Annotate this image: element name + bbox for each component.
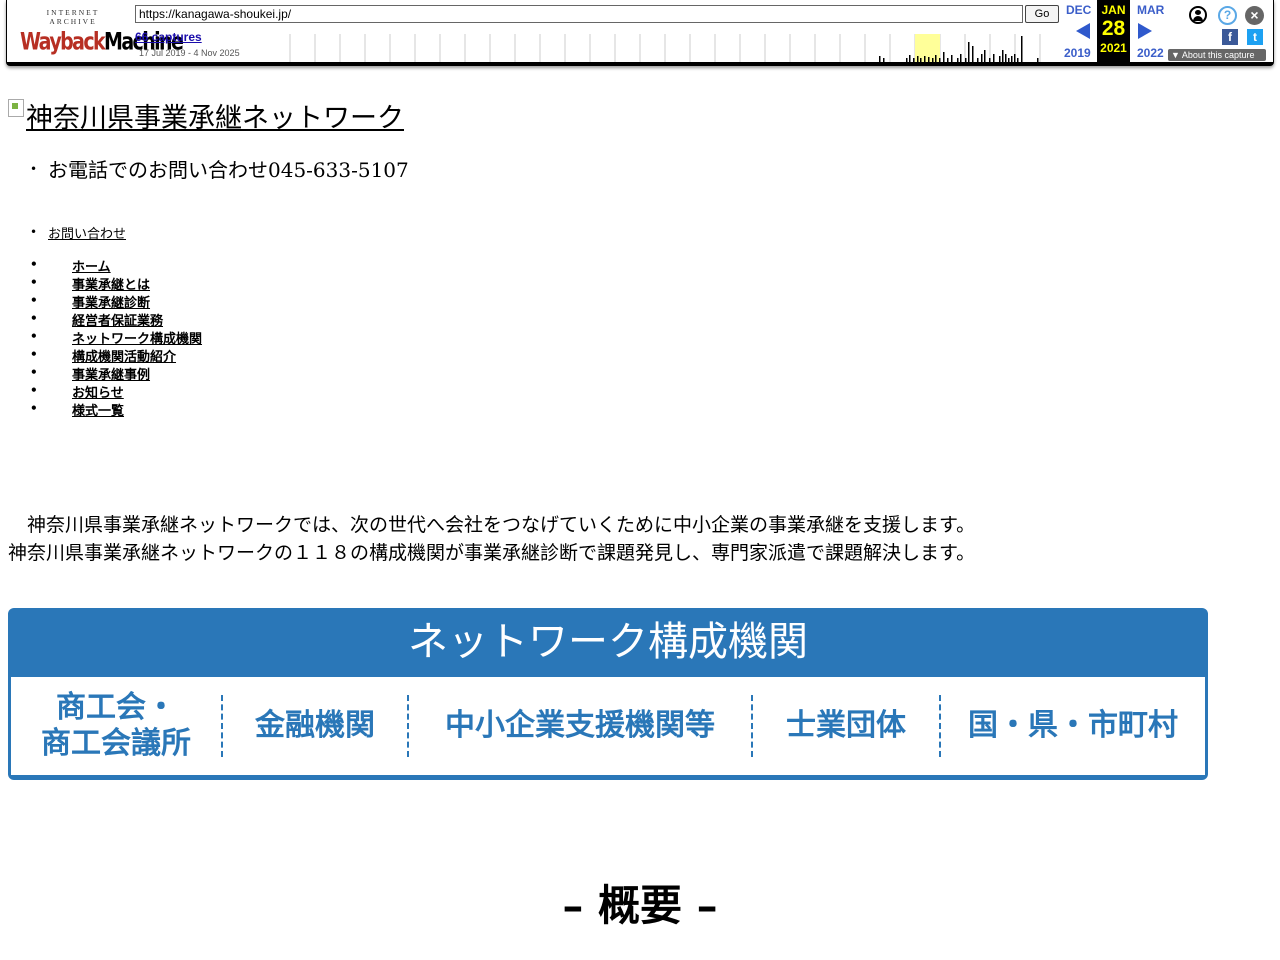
intro-line-2: 神奈川県事業承継ネットワークの１１８の構成機関が事業承継診断で課題発見し、専門家… (8, 542, 976, 564)
intro-line-1: 神奈川県事業承継ネットワークでは、次の世代へ会社をつなげていくために中小企業の事… (8, 514, 976, 536)
network-categories: 商工会・ 商工会議所 金融機関 中小企業支援機関等 士業団体 国・県・市町村 (11, 677, 1205, 775)
prev-year-label[interactable]: 2019 (1064, 46, 1091, 60)
site-logo-alt-text: 神奈川県事業承継ネットワーク (26, 103, 404, 134)
bullet-icon: • (30, 401, 38, 415)
nav-item-diagnosis: • 事業承継診断 (30, 292, 202, 311)
nav-item-about-succession: • 事業承継とは (30, 274, 202, 293)
contact-link[interactable]: お問い合わせ (48, 227, 126, 242)
bullet-icon: • (30, 275, 38, 289)
wayback-toolbar: INTERNET ARCHIVE WaybackMachine https://… (6, 0, 1274, 66)
captures-link[interactable]: 66 captures (135, 30, 202, 44)
phone-list: • お電話でのお問い合わせ045-633-5107 (30, 154, 409, 183)
twitter-share-icon[interactable]: t (1247, 29, 1263, 45)
nav-item-network-members: • ネットワーク構成機関 (30, 328, 202, 347)
capture-date-range: 17 Jul 2019 - 4 Nov 2025 (139, 48, 240, 58)
help-icon[interactable]: ? (1218, 6, 1237, 25)
nav-link-diagnosis[interactable]: 事業承継診断 (72, 296, 150, 311)
current-month: JAN (1101, 3, 1126, 17)
category-government[interactable]: 国・県・市町村 (941, 695, 1205, 757)
nav-link-home[interactable]: ホーム (72, 260, 111, 275)
bullet-icon: • (30, 293, 38, 307)
bullet-icon: • (30, 329, 38, 343)
nav-link-network-members[interactable]: ネットワーク構成機関 (72, 332, 202, 347)
nav-link-guarantee[interactable]: 経営者保証業務 (72, 314, 163, 329)
nav-item-member-activities: • 構成機関活動紹介 (30, 346, 202, 365)
go-button[interactable]: Go (1025, 5, 1059, 23)
nav-link-case-studies[interactable]: 事業承継事例 (72, 368, 150, 383)
main-navigation: • ホーム • 事業承継とは • 事業承継診断 • 経営者保証業務 • ネットワーク構成機… (30, 256, 202, 419)
user-account-icon[interactable] (1189, 6, 1207, 24)
nav-item-case-studies: • 事業承継事例 (30, 364, 202, 383)
next-year-label[interactable]: 2022 (1137, 46, 1164, 60)
bullet-icon: • (30, 365, 38, 379)
intro-text: 神奈川県事業承継ネットワークでは、次の世代へ会社をつなげていくために中小企業の事… (8, 511, 975, 567)
contact-item: • お問い合わせ (30, 223, 126, 242)
wayback-logo[interactable]: INTERNET ARCHIVE WaybackMachine (20, 8, 184, 56)
category-sme-support-organizations[interactable]: 中小企業支援機関等 (409, 695, 751, 757)
overview-heading: – 概要 – (562, 881, 718, 930)
bullet-icon: • (30, 162, 38, 176)
facebook-share-icon[interactable]: f (1222, 29, 1238, 45)
bullet-icon: • (30, 311, 38, 325)
current-day: 28 (1101, 17, 1126, 40)
wayback-machine-wordmark: WaybackMachine (20, 28, 184, 56)
next-capture-arrow-icon[interactable] (1138, 23, 1152, 39)
triangle-down-icon: ▼ (1171, 50, 1182, 60)
category-chamber-of-commerce[interactable]: 商工会・ 商工会議所 (11, 690, 221, 761)
about-capture-button[interactable]: ▼ About this capture (1168, 49, 1266, 61)
network-members-banner[interactable]: ネットワーク構成機関 商工会・ 商工会議所 金融機関 中小企業支援機関等 士業団… (8, 608, 1208, 780)
nav-item-guarantee: • 経営者保証業務 (30, 310, 202, 329)
internet-archive-label: INTERNET ARCHIVE (46, 8, 100, 26)
nav-link-news[interactable]: お知らせ (72, 386, 124, 401)
category-financial-institutions[interactable]: 金融機関 (223, 695, 407, 757)
capture-sparkline[interactable] (283, 34, 1059, 62)
next-month-label[interactable]: MAR (1137, 3, 1164, 17)
current-capture-date: JAN 28 2021 (1097, 0, 1130, 62)
phone-contact-text: お電話でのお問い合わせ045-633-5107 (48, 158, 409, 182)
category-professional-associations[interactable]: 士業団体 (753, 695, 939, 757)
phone-item: • お電話でのお問い合わせ045-633-5107 (30, 154, 409, 183)
nav-link-member-activities[interactable]: 構成機関活動紹介 (72, 350, 176, 365)
prev-month-label[interactable]: DEC (1066, 3, 1091, 17)
network-banner-title: ネットワーク構成機関 (408, 619, 808, 665)
bullet-icon: • (30, 383, 38, 397)
contact-list: • お問い合わせ (30, 223, 126, 242)
site-logo-link[interactable]: 神奈川県事業承継ネットワーク (8, 96, 404, 135)
bullet-icon: • (30, 257, 38, 271)
broken-image-icon (8, 99, 24, 117)
nav-link-forms[interactable]: 様式一覧 (72, 404, 124, 419)
close-icon[interactable]: × (1245, 6, 1264, 25)
nav-item-forms: • 様式一覧 (30, 400, 202, 419)
prev-capture-arrow-icon[interactable] (1076, 23, 1090, 39)
current-year: 2021 (1100, 41, 1127, 55)
bullet-icon: • (30, 225, 38, 239)
nav-item-home: • ホーム (30, 256, 202, 275)
nav-item-news: • お知らせ (30, 382, 202, 401)
bullet-icon: • (30, 347, 38, 361)
nav-link-about-succession[interactable]: 事業承継とは (72, 278, 150, 293)
url-input[interactable]: https://kanagawa-shoukei.jp/ (135, 5, 1023, 23)
